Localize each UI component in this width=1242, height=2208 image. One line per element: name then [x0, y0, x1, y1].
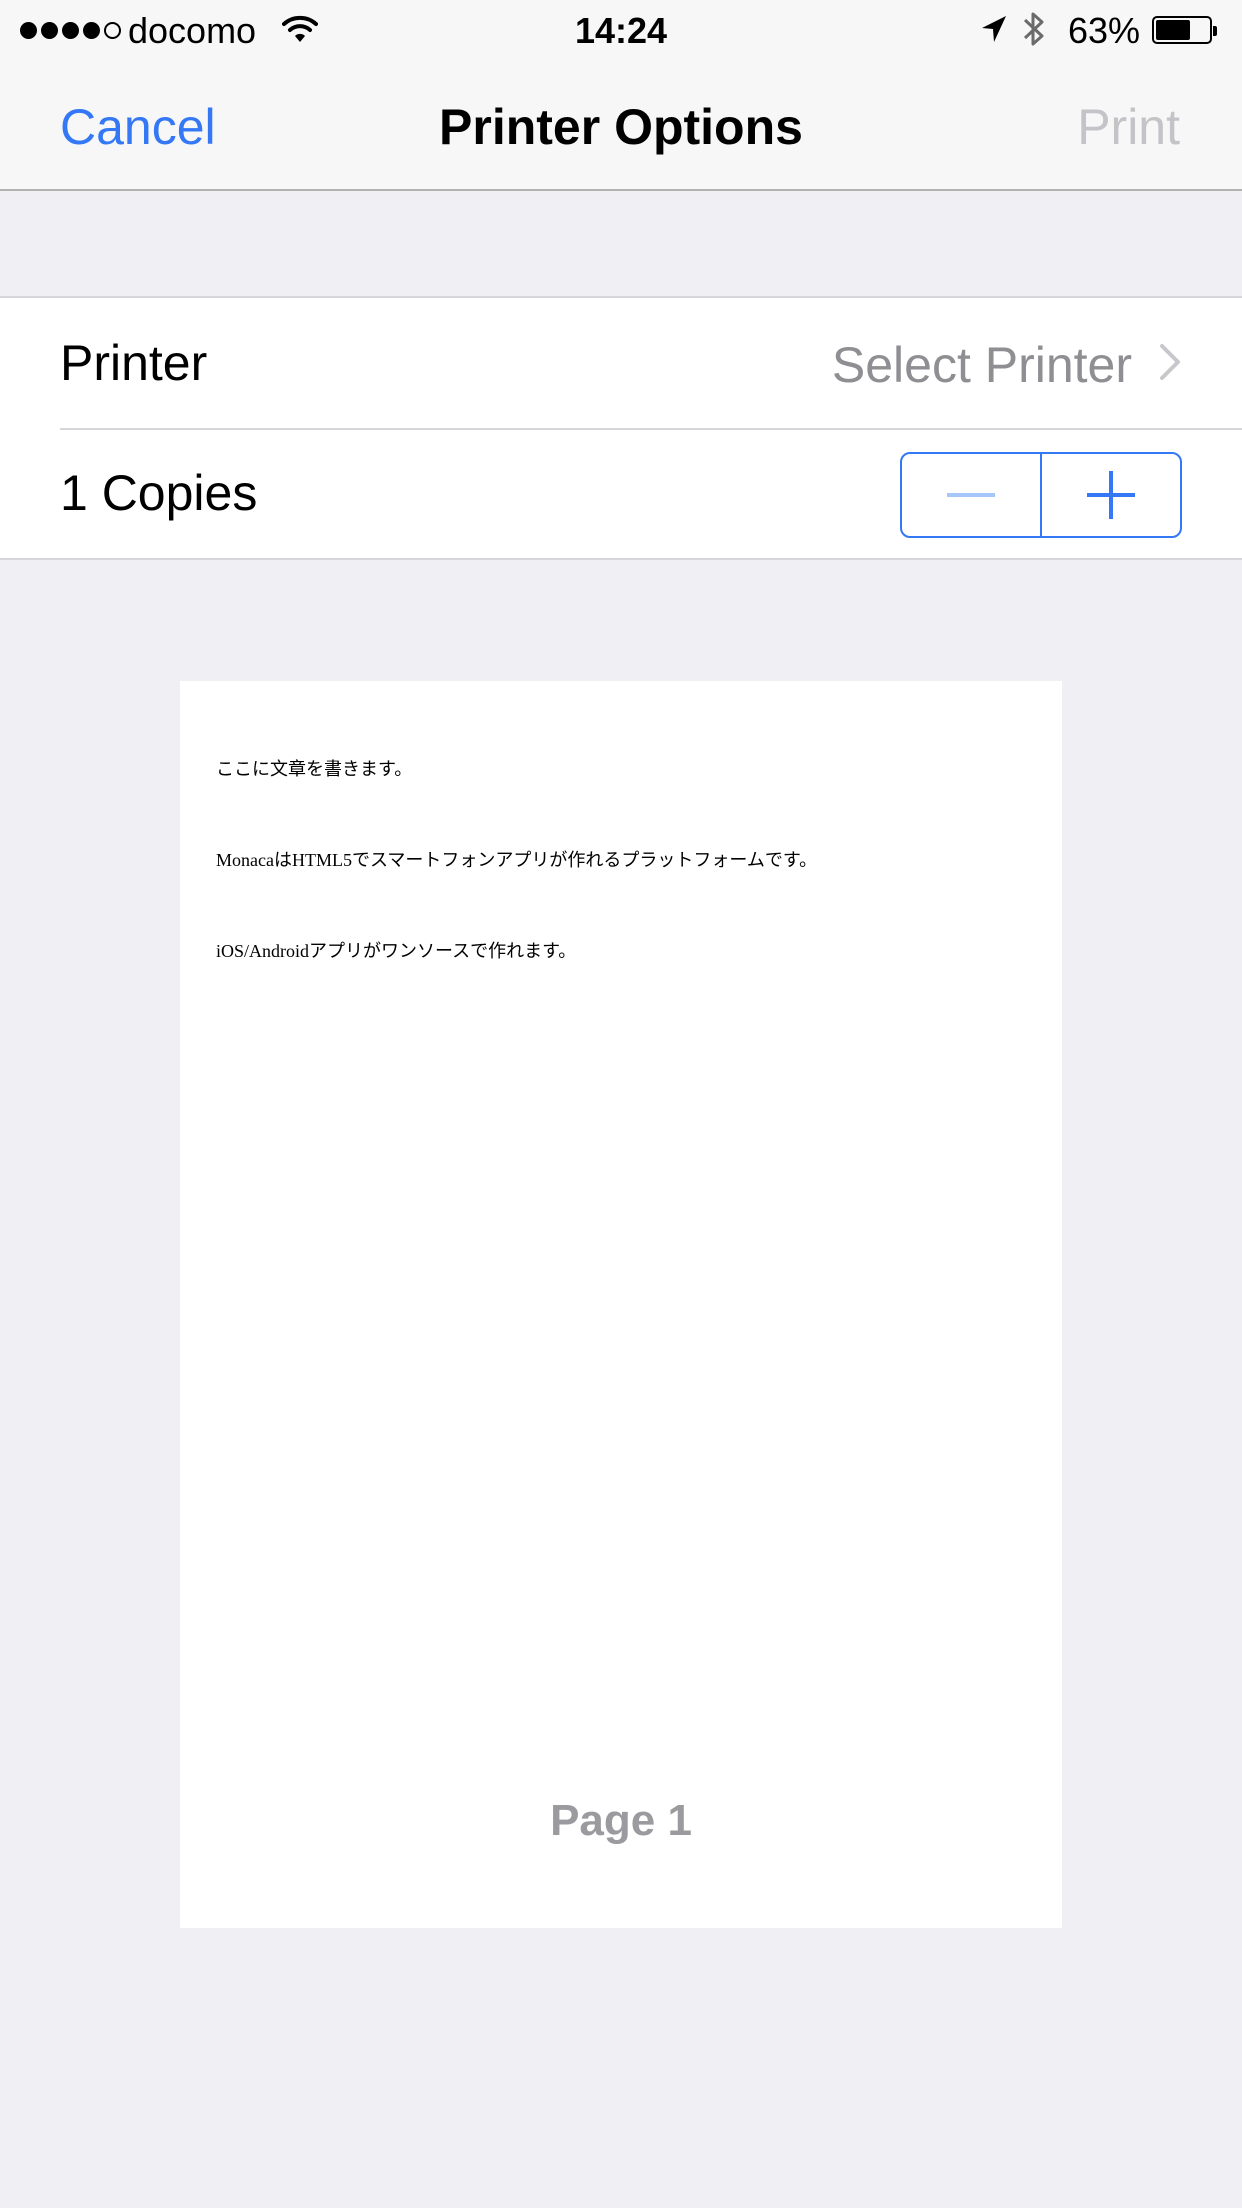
- status-bar: docomo 14:24 63%: [0, 0, 1242, 60]
- navigation-bar: Cancel Printer Options Print: [0, 60, 1242, 191]
- battery-icon: [1152, 16, 1217, 44]
- printer-row[interactable]: Printer Select Printer: [0, 298, 1242, 430]
- battery-percent: 63%: [1068, 10, 1141, 51]
- copies-label: 1 Copies: [60, 465, 258, 521]
- plus-icon: [1087, 471, 1135, 519]
- page-number-label: Page 1: [550, 1796, 692, 1845]
- printer-options-table: Printer Select Printer 1 Copies: [0, 296, 1242, 560]
- minus-icon: [947, 493, 995, 497]
- print-button[interactable]: Print: [1077, 98, 1180, 156]
- preview-line-1: ここに文章を書きます。: [216, 759, 413, 779]
- page-title: Printer Options: [439, 99, 803, 155]
- decrement-button[interactable]: [902, 454, 1042, 536]
- chevron-right-icon: [1158, 342, 1182, 387]
- printer-label: Printer: [60, 335, 208, 391]
- increment-button[interactable]: [1042, 454, 1180, 536]
- bluetooth-icon: [1022, 10, 1046, 53]
- location-arrow-icon: [980, 14, 1008, 49]
- clock: 14:24: [574, 10, 668, 51]
- select-printer-value: Select Printer: [831, 337, 1132, 393]
- preview-line-3: iOS/Androidアプリがワンソースで作れます。: [216, 941, 577, 961]
- print-preview-page[interactable]: ここに文章を書きます。 MonacaはHTML5でスマートフォンアプリが作れるプ…: [180, 681, 1062, 1928]
- copies-stepper[interactable]: [900, 452, 1182, 538]
- preview-line-2: MonacaはHTML5でスマートフォンアプリが作れるプラットフォームです。: [216, 850, 818, 870]
